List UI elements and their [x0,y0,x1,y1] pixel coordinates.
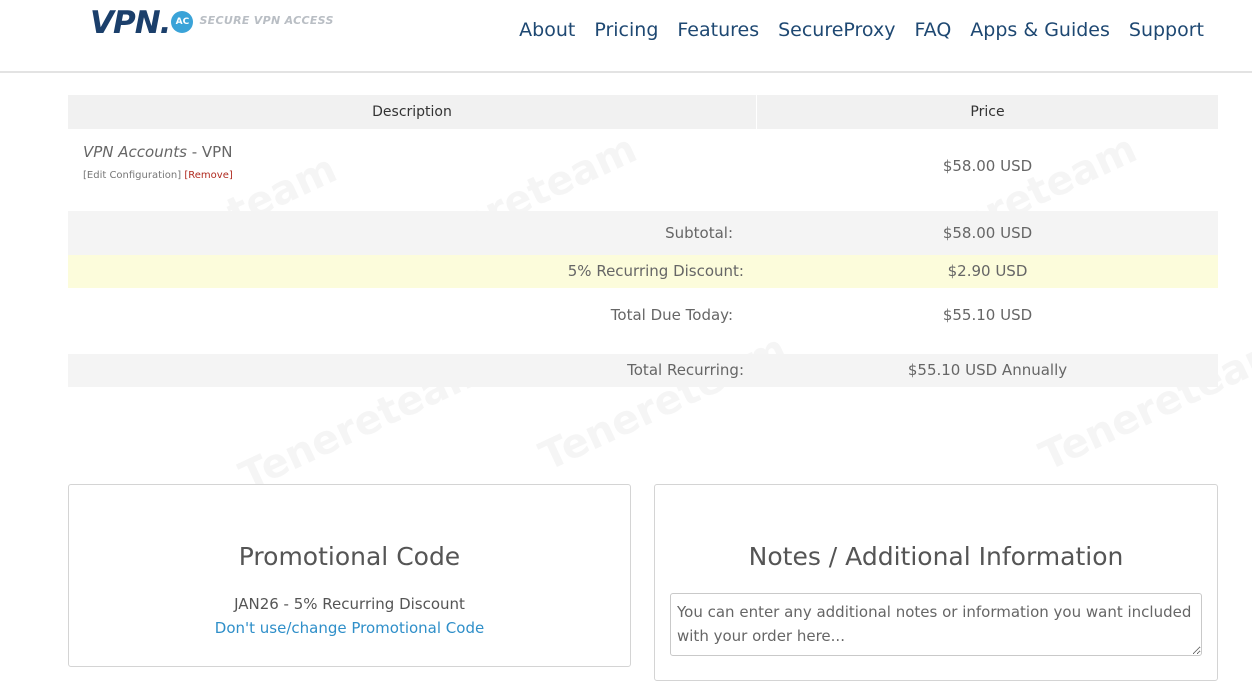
discount-row: 5% Recurring Discount: $2.90 USD [68,255,1218,288]
product-name: VPN Accounts - VPN [83,143,233,161]
product-title: VPN [201,143,233,161]
total-recurring-row: Total Recurring: $55.10 USD Annually [68,354,1218,387]
subtotal-value: $58.00 USD [942,224,1033,242]
remove-item-link[interactable]: [Remove] [184,170,232,181]
nav-pricing[interactable]: Pricing [594,16,658,44]
notes-title: Notes / Additional Information [748,542,1124,571]
column-header-description: Description [68,95,757,129]
subtotal-row: Subtotal: $58.00 USD [68,211,1218,255]
table-header-row: Description Price [68,95,1218,129]
nav-features[interactable]: Features [677,16,759,44]
logo-tagline: SECURE VPN ACCESS [199,14,334,27]
nav-faq[interactable]: FAQ [914,16,951,44]
notes-panel: Notes / Additional Information [654,484,1218,681]
total-due-label: Total Due Today: [610,306,733,324]
total-recurring-value: $55.10 USD Annually [907,361,1068,379]
site-header: VPN. AC SECURE VPN ACCESS About Pricing … [0,0,1252,73]
logo-badge: AC [171,11,194,33]
product-group: VPN Accounts [83,143,187,161]
table-row: VPN Accounts - VPN [Edit Configuration] … [68,129,1218,211]
cart-summary-table: Description Price VPN Accounts - VPN [Ed… [68,95,1218,387]
logo-text: VPN. [90,5,171,41]
total-due-row: Total Due Today: $55.10 USD [68,288,1218,343]
promo-title: Promotional Code [238,542,461,571]
edit-configuration-link[interactable]: [Edit Configuration] [83,170,181,181]
total-recurring-label: Total Recurring: [627,361,744,379]
promo-code-panel: Promotional Code JAN26 - 5% Recurring Di… [68,484,631,667]
main-nav: About Pricing Features SecureProxy FAQ A… [519,16,1204,44]
subtotal-label: Subtotal: [665,224,733,242]
nav-about[interactable]: About [519,16,575,44]
nav-support[interactable]: Support [1129,16,1204,44]
total-due-value: $55.10 USD [942,306,1033,324]
nav-secureproxy[interactable]: SecureProxy [778,16,895,44]
vpn-ac-logo[interactable]: VPN. AC SECURE VPN ACCESS [90,6,334,40]
order-notes-textarea[interactable] [670,593,1202,656]
change-promo-link[interactable]: Don't use/change Promotional Code [69,619,630,637]
item-price: $58.00 USD [942,157,1033,175]
nav-apps-guides[interactable]: Apps & Guides [970,16,1110,44]
discount-value: $2.90 USD [947,262,1028,280]
applied-promo-code: JAN26 - 5% Recurring Discount [234,595,465,613]
discount-label: 5% Recurring Discount: [567,262,744,280]
column-header-price: Price [970,104,1005,120]
